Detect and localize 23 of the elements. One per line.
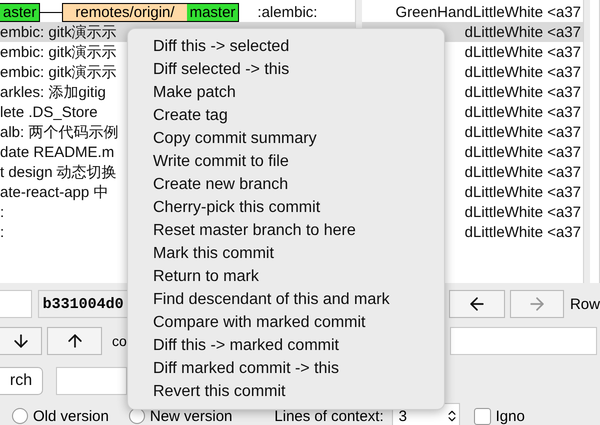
commit-subject: t design 动态切换 [0, 162, 117, 182]
author-name: dLittleWhite <a37 [464, 44, 581, 60]
author-name: GreenHandLittleWhite <a37 [395, 4, 581, 20]
commit-subject: :alembic: [257, 4, 318, 20]
ignore-label: Igno [496, 408, 525, 424]
commit-subject: embic: gitk演示示 [0, 22, 117, 42]
author-name: dLittleWhite <a37 [464, 164, 581, 180]
author-name: dLittleWhite <a37 [464, 224, 581, 240]
author-name: dLittleWhite <a37 [464, 24, 581, 40]
row-label: Row [570, 296, 600, 312]
author-name: dLittleWhite <a37 [464, 204, 581, 220]
commit-label: co [112, 333, 127, 349]
radio-label: New version [150, 408, 232, 424]
context-label: Lines of context: [274, 408, 384, 424]
branch-tag: aster [0, 2, 40, 22]
author-name: dLittleWhite <a37 [464, 64, 581, 80]
remote-branch-tag: remotes/origin/ master [62, 2, 240, 22]
author-name: dLittleWhite <a37 [464, 104, 581, 120]
author-name: dLittleWhite <a37 [464, 124, 581, 140]
radio-label: Old version [33, 408, 109, 424]
author-name: dLittleWhite <a37 [464, 84, 581, 100]
author-name: dLittleWhite <a37 [464, 184, 581, 200]
author-name: dLittleWhite <a37 [464, 144, 581, 160]
